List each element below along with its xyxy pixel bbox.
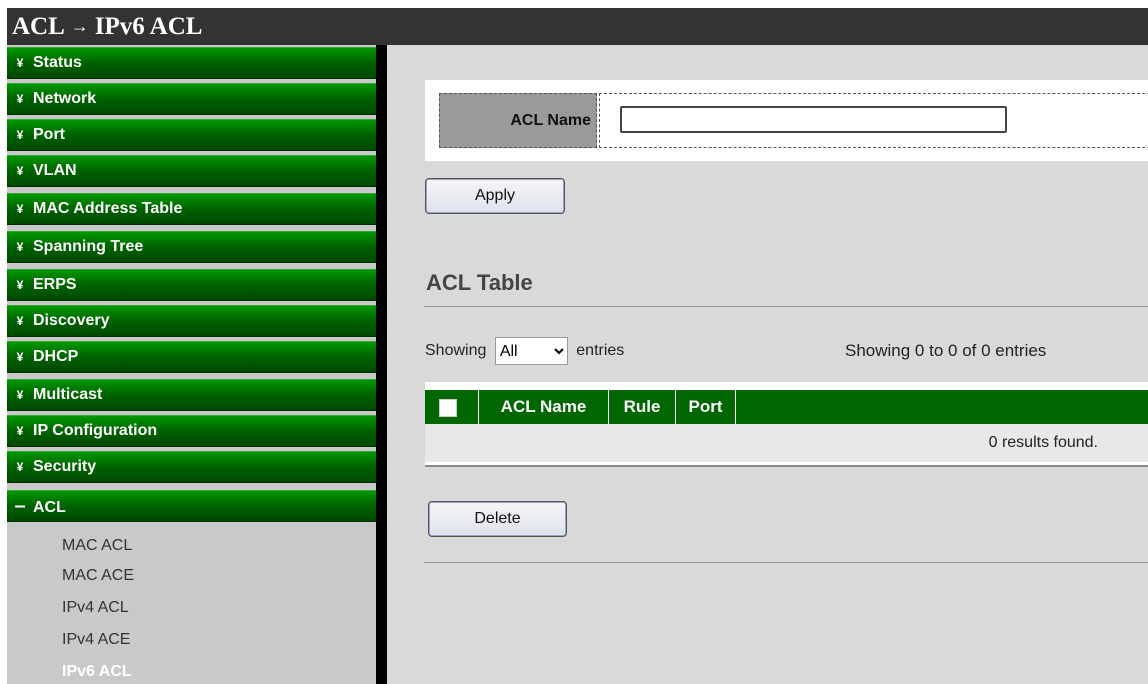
- expand-icon: ¥: [16, 92, 24, 106]
- sidebar-item-label: Status: [33, 54, 82, 71]
- sidebar-item-label: MAC Address Table: [33, 200, 183, 217]
- sidebar-item-multicast[interactable]: ¥ Multicast: [7, 379, 376, 411]
- breadcrumb-section: ACL: [12, 13, 65, 40]
- showing-label: Showing: [425, 342, 487, 359]
- entries-control: Showing All entries: [425, 337, 624, 365]
- expand-icon: ¥: [16, 128, 24, 142]
- acl-table: ACL Name Rule Port 0 results found.: [425, 382, 1148, 465]
- sidebar-item-port[interactable]: ¥ Port: [7, 119, 376, 151]
- expand-icon: ¥: [16, 388, 24, 402]
- sidebar-item-label: Network: [33, 90, 97, 107]
- entries-label: entries: [576, 342, 625, 359]
- sidebar-item-security[interactable]: ¥ Security: [7, 451, 376, 483]
- sidebar-divider[interactable]: [376, 45, 387, 684]
- expand-icon: ¥: [16, 240, 24, 254]
- breadcrumb: ACL → IPv6 ACL: [7, 8, 1148, 45]
- expand-icon: ¥: [16, 164, 24, 178]
- column-header-acl-name[interactable]: ACL Name: [479, 390, 609, 424]
- sidebar-item-spanning-tree[interactable]: ¥ Spanning Tree: [7, 231, 376, 263]
- breadcrumb-arrow-icon: →: [70, 16, 89, 36]
- sidebar: ¥ Status ¥ Network ¥ Port ¥ VLAN ¥ MAC Addres…: [7, 45, 376, 684]
- sidebar-item-discovery[interactable]: ¥ Discovery: [7, 305, 376, 337]
- column-header-port[interactable]: Port: [676, 390, 736, 424]
- sidebar-item-label: Port: [33, 126, 65, 143]
- breadcrumb-page: IPv6 ACL: [94, 13, 203, 40]
- sidebar-subitem-ipv4-acl[interactable]: IPv4 ACL: [62, 598, 129, 618]
- sidebar-item-mac-address-table[interactable]: ¥ MAC Address Table: [7, 193, 376, 225]
- acl-name-form: ACL Name: [425, 80, 1148, 161]
- expand-icon: ¥: [16, 202, 24, 216]
- section-divider: [424, 306, 1148, 307]
- column-header-rule[interactable]: Rule: [609, 390, 676, 424]
- sidebar-item-label: VLAN: [33, 162, 77, 179]
- select-all-checkbox[interactable]: [439, 399, 457, 417]
- sidebar-item-label: Multicast: [33, 386, 103, 403]
- sidebar-item-vlan[interactable]: ¥ VLAN: [7, 155, 376, 187]
- sidebar-item-ip-configuration[interactable]: ¥ IP Configuration: [7, 415, 376, 447]
- sidebar-item-label: Security: [33, 458, 97, 475]
- apply-button[interactable]: Apply: [425, 178, 565, 214]
- sidebar-item-network[interactable]: ¥ Network: [7, 83, 376, 115]
- expand-icon: ¥: [16, 56, 24, 70]
- empty-message: 0 results found.: [988, 434, 1098, 451]
- acl-name-input[interactable]: [620, 106, 1007, 133]
- expand-icon: ¥: [16, 278, 24, 292]
- expand-icon: ¥: [16, 350, 24, 364]
- acl-table-title: ACL Table: [426, 270, 533, 295]
- sidebar-item-acl[interactable]: – ACL: [7, 490, 376, 522]
- sidebar-item-label: ERPS: [33, 276, 77, 293]
- delete-button[interactable]: Delete: [428, 501, 567, 537]
- expand-icon: ¥: [16, 424, 24, 438]
- acl-name-label: ACL Name: [439, 93, 597, 148]
- sidebar-subitem-ipv6-acl[interactable]: IPv6 ACL: [62, 662, 132, 682]
- main-content: ACL Name Apply ACL Table Showing All ent…: [387, 45, 1148, 684]
- acl-name-input-cell: [599, 93, 1148, 148]
- sidebar-item-erps[interactable]: ¥ ERPS: [7, 269, 376, 301]
- sidebar-item-label: IP Configuration: [33, 422, 158, 439]
- sidebar-item-dhcp[interactable]: ¥ DHCP: [7, 341, 376, 373]
- bottom-divider: [424, 562, 1148, 563]
- sidebar-subitem-mac-ace[interactable]: MAC ACE: [62, 566, 134, 586]
- sidebar-subitem-mac-acl[interactable]: MAC ACL: [62, 536, 132, 556]
- sidebar-subitem-ipv4-ace[interactable]: IPv4 ACE: [62, 630, 130, 650]
- expand-icon: ¥: [16, 314, 24, 328]
- entries-select[interactable]: All: [494, 337, 568, 365]
- select-all-cell: [425, 390, 479, 424]
- sidebar-item-label: Discovery: [33, 312, 110, 329]
- page-info: Showing 0 to 0 of 0 entries: [845, 341, 1047, 360]
- sidebar-item-label: DHCP: [33, 348, 79, 365]
- expand-icon: ¥: [16, 460, 24, 474]
- table-header: ACL Name Rule Port: [425, 390, 1148, 424]
- sidebar-item-label: ACL: [33, 499, 66, 516]
- table-body: 0 results found.: [425, 424, 1148, 462]
- sidebar-item-status[interactable]: ¥ Status: [7, 47, 376, 79]
- collapse-icon: –: [14, 495, 26, 517]
- sidebar-item-label: Spanning Tree: [33, 238, 144, 255]
